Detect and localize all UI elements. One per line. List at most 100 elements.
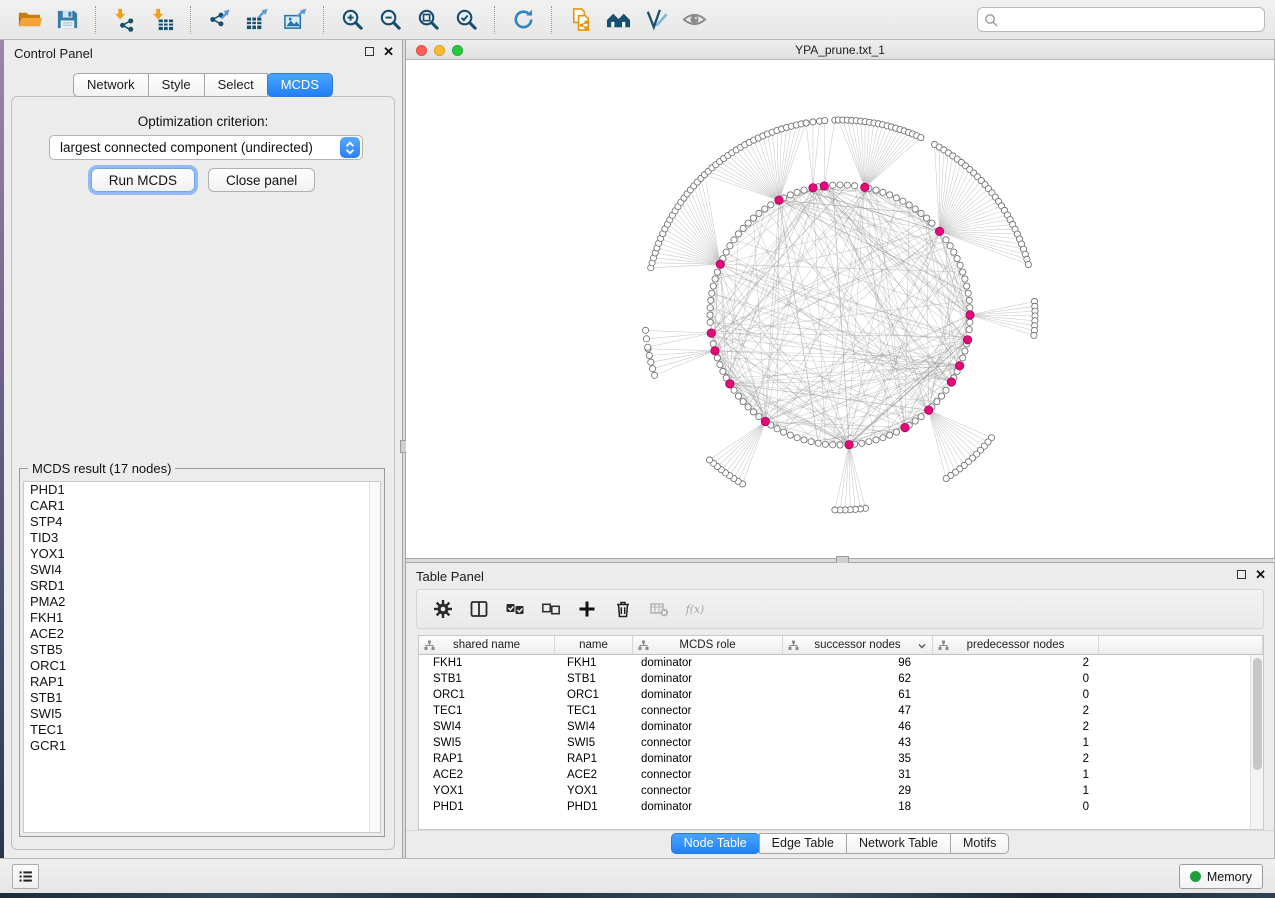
table-tab-motifs[interactable]: Motifs xyxy=(950,833,1009,854)
tab-style[interactable]: Style xyxy=(148,73,205,97)
cell-mcds_role: connector xyxy=(633,767,783,783)
table-row[interactable]: SWI5SWI5connector431 xyxy=(419,735,1263,751)
label-visibility-icon[interactable] xyxy=(637,3,675,37)
cell-predecessor_nodes: 2 xyxy=(933,703,1099,719)
cell-mcds_role: dominator xyxy=(633,655,783,671)
node-table[interactable]: shared namenameMCDS rolesuccessor nodesp… xyxy=(418,635,1264,830)
status-bar: Memory xyxy=(0,858,1275,893)
cell-successor_nodes: 61 xyxy=(783,687,933,703)
mcds-result-group: MCDS result (17 nodes) PHD1CAR1STP4TID3Y… xyxy=(19,468,385,837)
column-header-predecessor-nodes[interactable]: predecessor nodes xyxy=(933,636,1099,655)
close-table-panel-icon[interactable]: ✕ xyxy=(1255,569,1266,580)
column-header-MCDS-role[interactable]: MCDS role xyxy=(633,636,783,655)
table-scrollbar-thumb[interactable] xyxy=(1253,658,1262,770)
search-field[interactable] xyxy=(977,7,1265,32)
float-table-panel-icon[interactable] xyxy=(1237,570,1246,579)
tab-select[interactable]: Select xyxy=(204,73,268,97)
memory-button[interactable]: Memory xyxy=(1179,864,1263,889)
trash-icon[interactable] xyxy=(605,593,641,625)
tab-network[interactable]: Network xyxy=(73,73,149,97)
select-all-icon[interactable] xyxy=(497,593,533,625)
table-tab-network-table[interactable]: Network Table xyxy=(846,833,951,854)
open-icon[interactable] xyxy=(10,3,48,37)
table-row[interactable]: PHD1PHD1dominator180 xyxy=(419,799,1263,815)
mcds-result-item[interactable]: TEC1 xyxy=(24,722,380,738)
mcds-result-item[interactable]: PHD1 xyxy=(24,482,380,498)
table-row[interactable]: STB1STB1dominator620 xyxy=(419,671,1263,687)
add-icon[interactable] xyxy=(569,593,605,625)
run-mcds-button[interactable]: Run MCDS xyxy=(91,168,195,192)
sort-desc-icon[interactable] xyxy=(917,641,927,651)
mcds-result-item[interactable]: TID3 xyxy=(24,530,380,546)
close-panel-icon[interactable]: ✕ xyxy=(383,46,394,57)
network-canvas[interactable] xyxy=(406,60,1275,558)
zoom-out-icon[interactable] xyxy=(371,3,409,37)
table-row[interactable]: ORC1ORC1dominator610 xyxy=(419,687,1263,703)
cell-predecessor_nodes: 0 xyxy=(933,671,1099,687)
cell-predecessor_nodes: 1 xyxy=(933,767,1099,783)
optimization-criterion-select[interactable]: largest connected component (undirected) xyxy=(49,135,363,160)
mcds-result-item[interactable]: SWI5 xyxy=(24,706,380,722)
table-tab-edge-table[interactable]: Edge Table xyxy=(759,833,847,854)
mcds-result-item[interactable]: ORC1 xyxy=(24,658,380,674)
mcds-result-item[interactable]: SWI4 xyxy=(24,562,380,578)
export-table-icon[interactable] xyxy=(238,3,276,37)
cell-shared_name: YOX1 xyxy=(419,783,555,799)
cell-filler xyxy=(1099,783,1263,799)
table-tab-node-table[interactable]: Node Table xyxy=(671,833,760,854)
mcds-result-items: PHD1CAR1STP4TID3YOX1SWI4SRD1PMA2FKH1ACE2… xyxy=(24,482,380,754)
column-header-successor-nodes[interactable]: successor nodes xyxy=(783,636,933,655)
export-image-icon[interactable] xyxy=(276,3,314,37)
mcds-result-item[interactable]: STB1 xyxy=(24,690,380,706)
mcds-result-item[interactable]: FKH1 xyxy=(24,610,380,626)
overview-icon[interactable] xyxy=(599,3,637,37)
mcds-result-item[interactable]: CAR1 xyxy=(24,498,380,514)
mcds-result-item[interactable]: SRD1 xyxy=(24,578,380,594)
zoom-in-icon[interactable] xyxy=(333,3,371,37)
search-input[interactable] xyxy=(977,7,1265,32)
table-scrollbar[interactable] xyxy=(1250,655,1263,829)
import-table-icon[interactable] xyxy=(143,3,181,37)
zoom-fit-icon[interactable] xyxy=(409,3,447,37)
network-view-window: YPA_prune.txt_1 xyxy=(406,40,1275,558)
mcds-result-item[interactable]: STB5 xyxy=(24,642,380,658)
mcds-result-item[interactable]: ACE2 xyxy=(24,626,380,642)
column-header-shared-name[interactable]: shared name xyxy=(419,636,555,655)
table-row[interactable]: TEC1TEC1connector472 xyxy=(419,703,1263,719)
unselect-all-icon[interactable] xyxy=(533,593,569,625)
refresh-icon[interactable] xyxy=(504,3,542,37)
save-icon[interactable] xyxy=(48,3,86,37)
mcds-result-list[interactable]: PHD1CAR1STP4TID3YOX1SWI4SRD1PMA2FKH1ACE2… xyxy=(23,481,381,833)
mcds-result-item[interactable]: YOX1 xyxy=(24,546,380,562)
graphics-details-icon[interactable] xyxy=(675,3,713,37)
table-row[interactable]: YOX1YOX1connector291 xyxy=(419,783,1263,799)
cell-name: SWI5 xyxy=(555,735,633,751)
control-panel-header: Control Panel ✕ xyxy=(4,40,402,66)
table-row[interactable]: FKH1FKH1dominator962 xyxy=(419,655,1263,671)
export-network-icon[interactable] xyxy=(200,3,238,37)
mcds-result-item[interactable]: GCR1 xyxy=(24,738,380,754)
mcds-list-scrollbar[interactable] xyxy=(369,482,380,832)
mcds-result-item[interactable]: RAP1 xyxy=(24,674,380,690)
mcds-result-item[interactable]: STP4 xyxy=(24,514,380,530)
network-window-titlebar[interactable]: YPA_prune.txt_1 xyxy=(406,40,1274,60)
column-header-name[interactable]: name xyxy=(555,636,633,655)
task-history-button[interactable] xyxy=(12,864,39,889)
table-row[interactable]: SWI4SWI4dominator462 xyxy=(419,719,1263,735)
gear-icon[interactable] xyxy=(425,593,461,625)
cell-filler xyxy=(1099,671,1263,687)
toolbar-separator xyxy=(190,6,191,34)
table-row[interactable]: RAP1RAP1dominator352 xyxy=(419,751,1263,767)
clone-network-icon[interactable] xyxy=(561,3,599,37)
cell-name: STB1 xyxy=(555,671,633,687)
table-row[interactable]: ACE2ACE2connector311 xyxy=(419,767,1263,783)
cell-name: TEC1 xyxy=(555,703,633,719)
float-panel-icon[interactable] xyxy=(365,47,374,56)
import-network-icon[interactable] xyxy=(105,3,143,37)
close-panel-button[interactable]: Close panel xyxy=(208,168,315,192)
cell-shared_name: PHD1 xyxy=(419,799,555,815)
tab-mcds[interactable]: MCDS xyxy=(267,73,333,97)
columns-icon[interactable] xyxy=(461,593,497,625)
mcds-result-item[interactable]: PMA2 xyxy=(24,594,380,610)
zoom-selected-icon[interactable] xyxy=(447,3,485,37)
